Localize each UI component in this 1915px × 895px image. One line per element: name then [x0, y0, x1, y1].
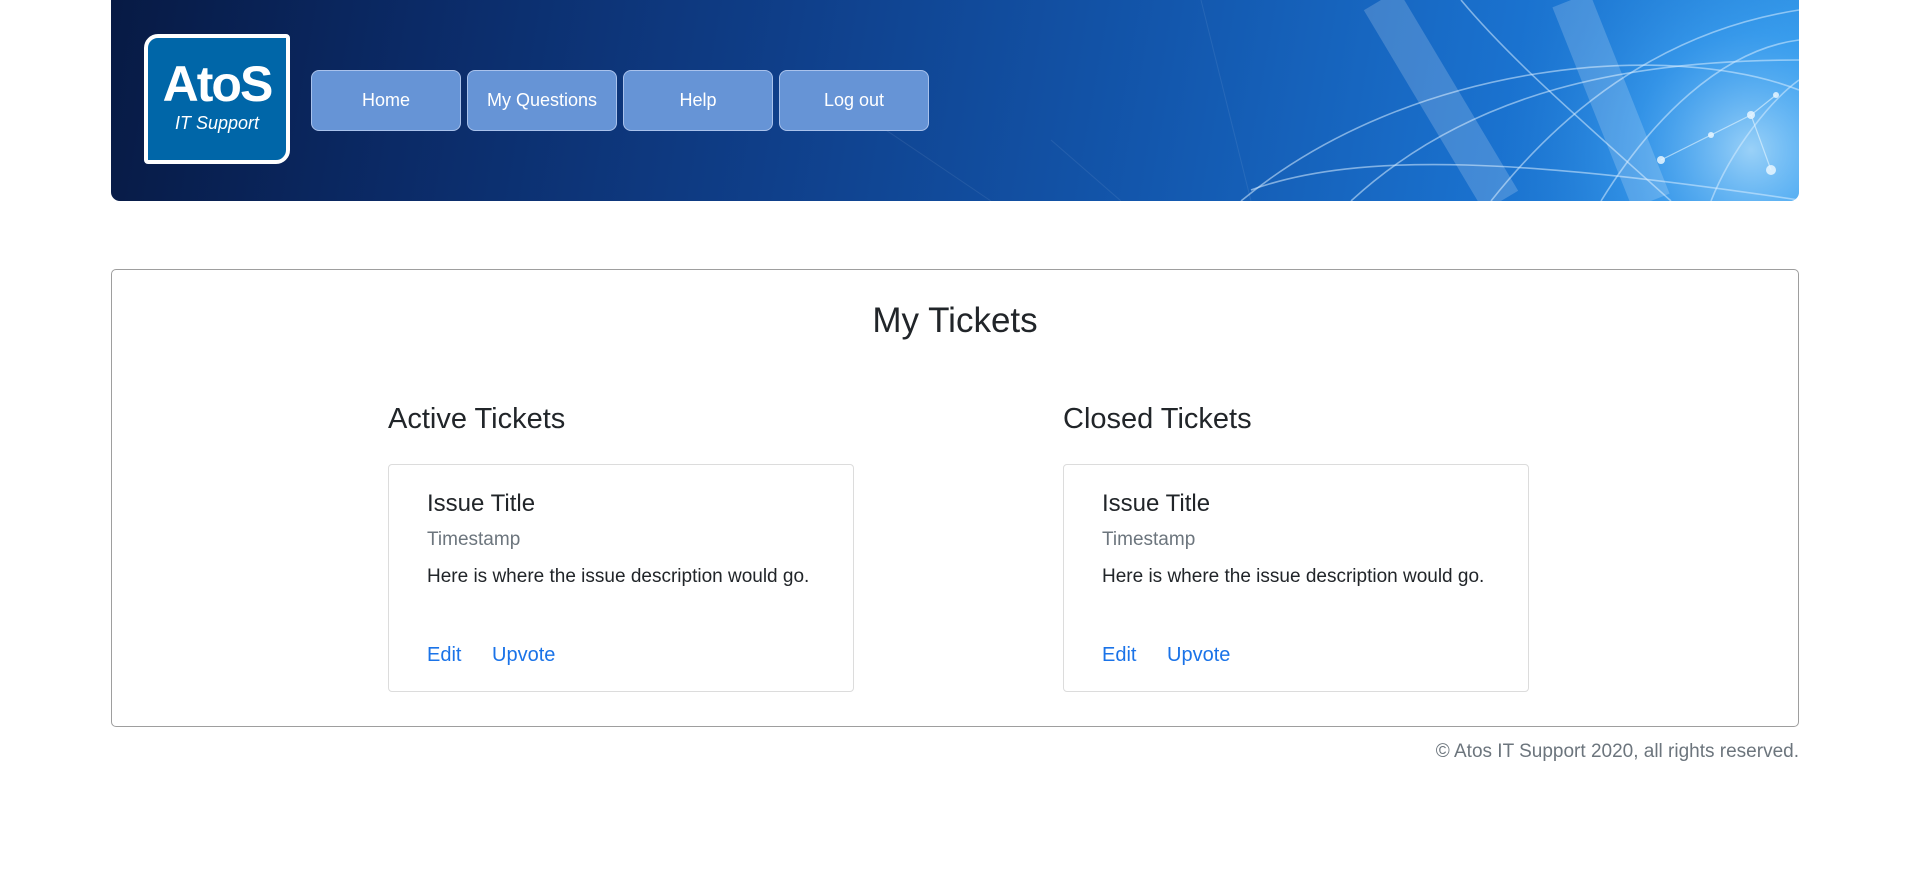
ticket-timestamp: Timestamp — [1102, 529, 1196, 550]
active-ticket-card: Issue Title Timestamp Here is where the … — [388, 464, 854, 692]
ticket-description: Here is where the issue description woul… — [1102, 566, 1485, 587]
page-title: My Tickets — [872, 301, 1038, 340]
nav-home-button[interactable]: Home — [311, 70, 461, 131]
upvote-link[interactable]: Upvote — [1167, 643, 1230, 667]
ticket-description: Here is where the issue description woul… — [427, 566, 810, 587]
ticket-title: Issue Title — [427, 490, 536, 517]
closed-tickets-column: Closed Tickets Issue Title Timestamp Her… — [1063, 402, 1529, 692]
edit-link[interactable]: Edit — [1102, 643, 1136, 667]
atos-logo[interactable]: AtoS IT Support — [144, 34, 290, 164]
ticket-timestamp: Timestamp — [427, 529, 521, 550]
edit-link[interactable]: Edit — [427, 643, 461, 667]
ticket-title: Issue Title — [1102, 490, 1211, 517]
logo-subtitle: IT Support — [174, 113, 260, 133]
nav-my-questions-button[interactable]: My Questions — [467, 70, 617, 131]
footer-copyright: © Atos IT Support 2020, all rights reser… — [1435, 741, 1799, 762]
page: AtoS IT Support Home My Questions Help L… — [0, 0, 1915, 895]
nav-logout-button[interactable]: Log out — [779, 70, 929, 131]
header-banner: AtoS IT Support Home My Questions Help L… — [111, 0, 1799, 201]
closed-tickets-heading: Closed Tickets — [1063, 403, 1252, 435]
nav-help-button[interactable]: Help — [623, 70, 773, 131]
upvote-link[interactable]: Upvote — [492, 643, 555, 667]
my-tickets-panel: My Tickets Active Tickets Issue Title Ti… — [111, 269, 1799, 727]
active-tickets-column: Active Tickets Issue Title Timestamp Her… — [388, 402, 854, 692]
closed-ticket-card: Issue Title Timestamp Here is where the … — [1063, 464, 1529, 692]
active-tickets-heading: Active Tickets — [388, 403, 566, 435]
logo-wordmark: AtoS — [162, 56, 274, 112]
